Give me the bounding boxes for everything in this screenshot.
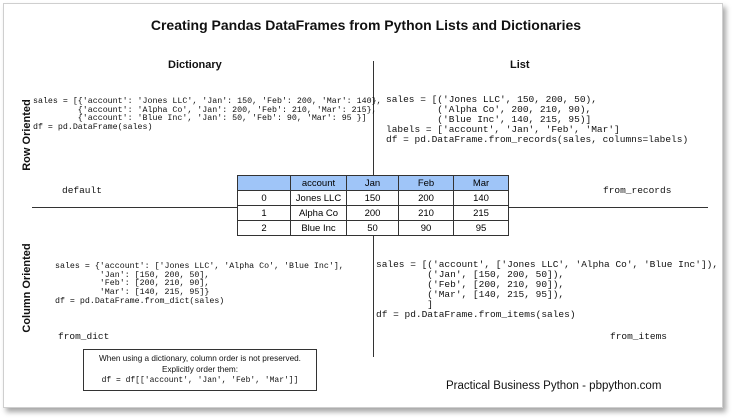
note-line-1: When using a dictionary, column order is… (99, 354, 301, 363)
row-label-row-oriented: Row Oriented (21, 99, 33, 171)
header-cell: Feb (398, 175, 454, 191)
table-row: 1 Alpha Co 200 210 215 (237, 205, 509, 221)
table-cell: 150 (346, 190, 399, 206)
table-cell: 50 (346, 220, 399, 236)
header-cell: account (290, 175, 347, 191)
table-cell: Blue Inc (290, 220, 347, 236)
table-cell: 200 (398, 190, 454, 206)
table-cell: 0 (237, 190, 291, 206)
header-cell (237, 175, 291, 191)
table-cell: 2 (237, 220, 291, 236)
row-label-column-oriented: Column Oriented (21, 243, 33, 333)
table-cell: 1 (237, 205, 291, 221)
table-cell: 90 (398, 220, 454, 236)
method-label-from-items: from_items (610, 331, 668, 342)
table-header-row: account Jan Feb Mar (237, 175, 509, 191)
note-line-2: Explicitly order them: (162, 365, 238, 374)
method-label-default: default (62, 185, 102, 196)
diagram-title: Creating Pandas DataFrames from Python L… (150, 17, 582, 33)
table-cell: 95 (453, 220, 509, 236)
method-label-from-dict: from_dict (58, 331, 110, 342)
dict-row-code: sales = [{'account': 'Jones LLC', 'Jan':… (33, 97, 382, 133)
column-order-note: When using a dictionary, column order is… (83, 349, 317, 391)
table-cell: Alpha Co (290, 205, 347, 221)
method-label-from-records: from_records (603, 185, 672, 196)
table-row: 2 Blue Inc 50 90 95 (237, 220, 509, 236)
table-cell: 210 (398, 205, 454, 221)
column-header-dictionary: Dictionary (168, 59, 222, 71)
header-cell: Mar (453, 175, 509, 191)
list-col-code: sales = [('account', ['Jones LLC', 'Alph… (376, 259, 719, 320)
dict-col-code: sales = {'account': ['Jones LLC', 'Alpha… (55, 262, 344, 306)
list-row-code: sales = [('Jones LLC', 150, 200, 50), ('… (386, 94, 689, 145)
column-header-list: List (510, 59, 530, 71)
table-row: 0 Jones LLC 150 200 140 (237, 190, 509, 206)
table-cell: 140 (453, 190, 509, 206)
note-line-3: df = df[['account', 'Jan', 'Feb', 'Mar']… (101, 376, 299, 385)
table-cell: 200 (346, 205, 399, 221)
table-cell: Jones LLC (290, 190, 347, 206)
dataframe-table: account Jan Feb Mar 0 Jones LLC 150 200 … (237, 175, 509, 236)
header-cell: Jan (346, 175, 399, 191)
footer-credit: Practical Business Python - pbpython.com (446, 380, 662, 392)
table-cell: 215 (453, 205, 509, 221)
